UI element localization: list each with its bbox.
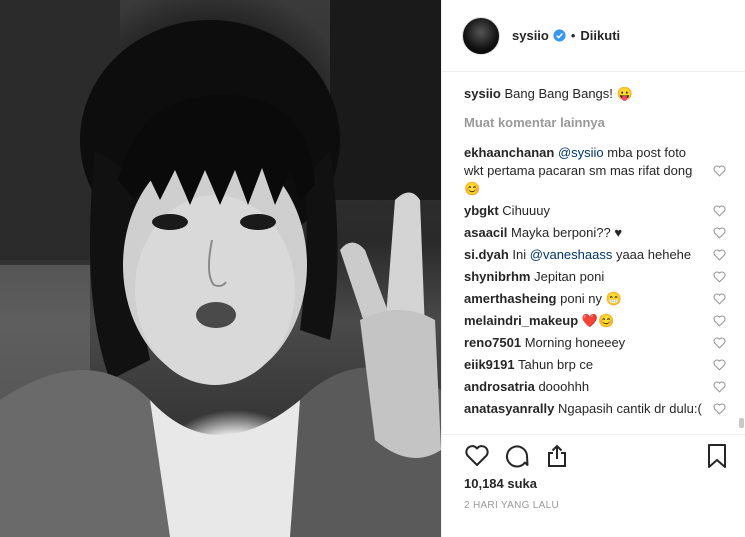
comments-scrollbar[interactable]: [739, 418, 744, 428]
comment-like-icon[interactable]: [713, 359, 726, 371]
comment-like-icon[interactable]: [713, 337, 726, 349]
comment-text: yaaa hehehe: [612, 247, 692, 262]
comment-mention[interactable]: @sysiio: [558, 145, 604, 160]
comment-text: Cihuuuy: [502, 203, 550, 218]
comment-like-icon[interactable]: [713, 165, 726, 177]
comment-like-icon[interactable]: [713, 249, 726, 261]
comment-username[interactable]: ekhaanchanan: [464, 145, 554, 160]
post-actions: 10,184 suka 2 HARI YANG LALU: [442, 434, 745, 537]
comment-text: Ngapasih cantik dr dulu:(: [557, 401, 702, 416]
bookmark-icon[interactable]: [706, 443, 728, 469]
comment-username[interactable]: anatasyanrally: [464, 401, 554, 416]
comment-item: androsatria dooohhh: [464, 378, 745, 396]
caption-username[interactable]: sysiio: [464, 86, 501, 101]
post-photo[interactable]: [0, 0, 441, 537]
likes-count[interactable]: 10,184 suka: [464, 476, 537, 491]
comment-mention[interactable]: @vaneshaass: [530, 247, 613, 262]
comment-text: Morning honeeey: [524, 335, 626, 350]
post-header: sysiio • Diikuti: [442, 0, 745, 72]
comment-text: dooohhh: [538, 379, 590, 394]
comment-text: poni ny 😁: [560, 291, 622, 306]
avatar[interactable]: [462, 16, 500, 55]
comment-username[interactable]: ybgkt: [464, 203, 499, 218]
comment-text: Jepitan poni: [534, 269, 605, 284]
header-username[interactable]: sysiio: [512, 28, 549, 43]
action-icons: [464, 443, 570, 469]
comment-item: eiik9191 Tahun brp ce: [464, 356, 745, 374]
comment-username[interactable]: si.dyah: [464, 247, 509, 262]
comment-text: Tahun brp ce: [518, 357, 594, 372]
comment-username[interactable]: amerthasheing: [464, 291, 556, 306]
post-timestamp[interactable]: 2 HARI YANG LALU: [464, 500, 559, 511]
comment-like-icon[interactable]: [713, 381, 726, 393]
comment-item: ekhaanchanan @sysiio mba post foto wkt p…: [464, 144, 745, 198]
photo-illustration: [0, 0, 441, 537]
load-more-comments-button[interactable]: Muat komentar lainnya: [464, 115, 745, 130]
comments-list[interactable]: sysiio Bang Bang Bangs! 😛 Muat komentar …: [442, 72, 745, 434]
comment-item: shynibrhm Jepitan poni: [464, 268, 745, 286]
comment-item: si.dyah Ini @vaneshaass yaaa hehehe: [464, 246, 745, 264]
post-caption: sysiio Bang Bang Bangs! 😛: [464, 85, 745, 103]
comment-like-icon[interactable]: [713, 403, 726, 415]
comment-item: asaacil Mayka berponi?? ♥: [464, 224, 745, 242]
heart-icon[interactable]: [464, 443, 490, 469]
follow-status-button[interactable]: Diikuti: [580, 28, 620, 43]
comment-username[interactable]: melaindri_makeup: [464, 313, 578, 328]
caption-text: Bang Bang Bangs! 😛: [504, 86, 633, 101]
comment-icon[interactable]: [504, 443, 530, 469]
comment-like-icon[interactable]: [713, 271, 726, 283]
comment-item: anatasyanrally Ngapasih cantik dr dulu:(: [464, 400, 745, 418]
comment-like-icon[interactable]: [713, 205, 726, 217]
comment-username[interactable]: shynibrhm: [464, 269, 530, 284]
comment-item: melaindri_makeup ❤️😊: [464, 312, 745, 330]
comment-item: ybgkt Cihuuuy: [464, 202, 745, 220]
comment-username[interactable]: asaacil: [464, 225, 507, 240]
comment-username[interactable]: androsatria: [464, 379, 535, 394]
comment-like-icon[interactable]: [713, 315, 726, 327]
share-icon[interactable]: [544, 443, 570, 469]
comment-prefix: Ini: [512, 247, 530, 262]
comment-like-icon[interactable]: [713, 227, 726, 239]
post-details-panel: sysiio • Diikuti sysiio Bang Bang Bangs!…: [441, 0, 745, 537]
verified-badge-icon: [553, 29, 566, 42]
comment-username[interactable]: eiik9191: [464, 357, 515, 372]
comment-like-icon[interactable]: [713, 293, 726, 305]
comment-username[interactable]: reno7501: [464, 335, 521, 350]
comment-text: Mayka berponi?? ♥: [511, 225, 623, 240]
comment-text: ❤️😊: [581, 313, 615, 328]
comment-item: amerthasheing poni ny 😁: [464, 290, 745, 308]
comment-item: reno7501 Morning honeeey: [464, 334, 745, 352]
header-separator: •: [570, 28, 576, 43]
